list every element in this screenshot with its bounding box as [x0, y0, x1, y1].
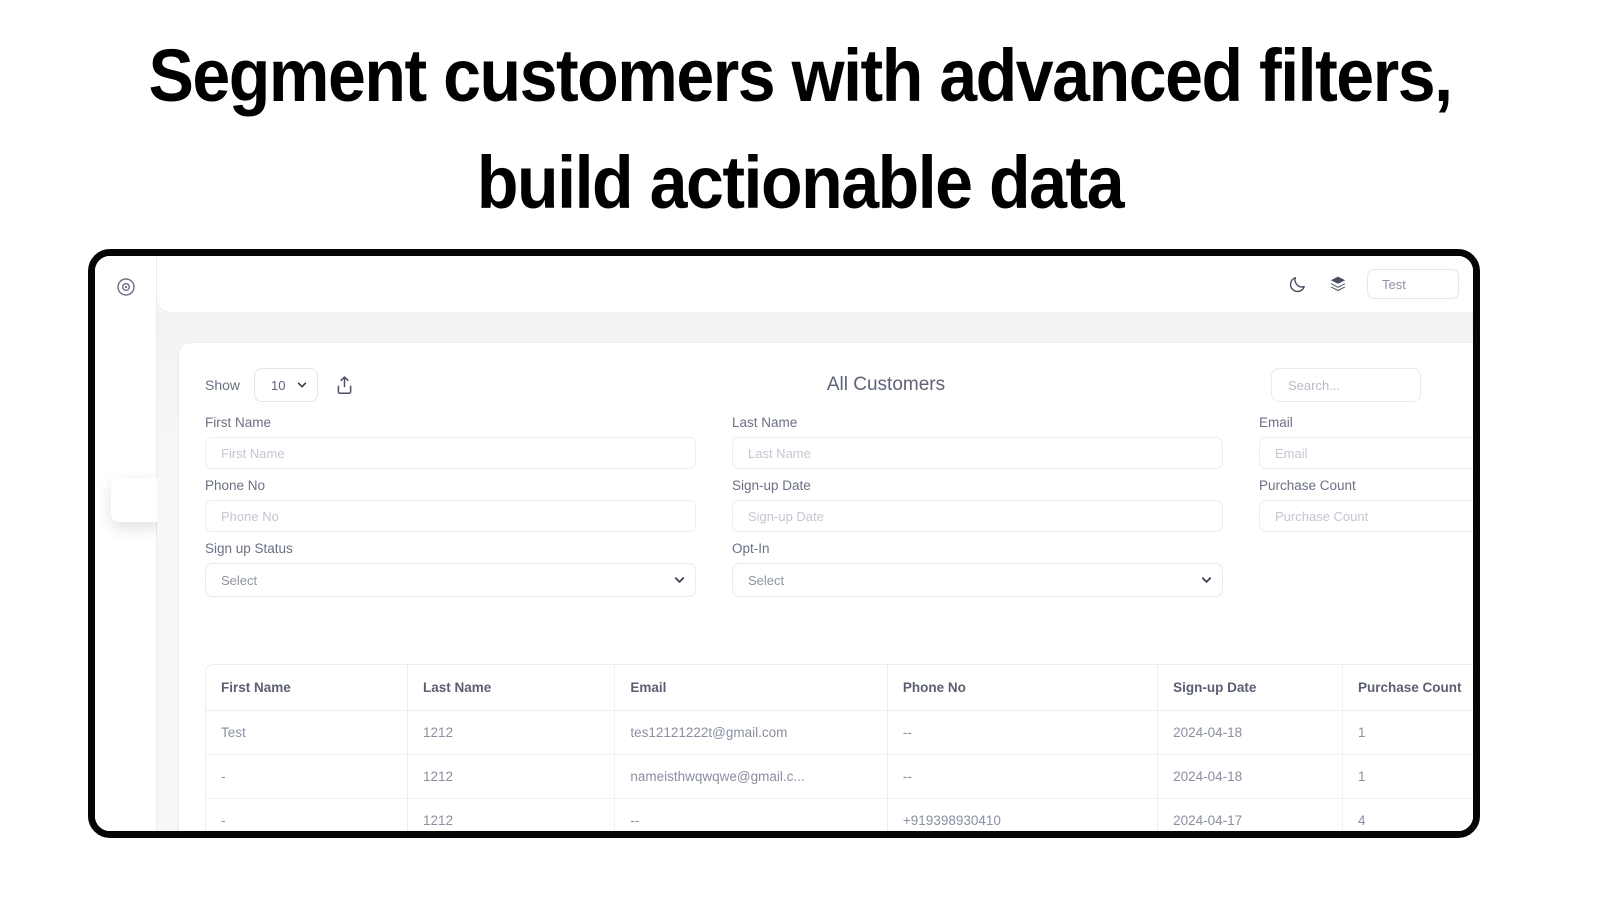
placeholder-text: Purchase Count: [1275, 508, 1369, 524]
cell-last-name: 1212: [407, 710, 616, 755]
show-entries-group: Show 10: [205, 368, 356, 402]
purchase-count-field[interactable]: Purchase Count: [1259, 500, 1473, 532]
cell-purchase-count: 4: [1342, 798, 1473, 831]
cell-signup-date: 2024-04-17: [1157, 798, 1343, 831]
email-field[interactable]: Email: [1259, 437, 1473, 469]
table-header-row: First Name Last Name Email Phone No Sign…: [206, 665, 1473, 711]
filter-opt-in: Opt-In Select: [732, 541, 1223, 597]
placeholder-text: First Name: [221, 445, 285, 461]
cell-first-name: -: [206, 754, 408, 799]
headline-line-1: Segment customers with advanced filters,: [148, 34, 1453, 117]
customers-card: Show 10 All Customers Search... First Na…: [179, 343, 1473, 831]
filter-grid-spacer: [1259, 541, 1473, 597]
table-row[interactable]: - 1212 nameisthwqwqwe@gmail.c... -- 2024…: [206, 754, 1473, 799]
cell-phone-no: --: [887, 754, 1159, 799]
signup-date-field[interactable]: Sign-up Date: [732, 500, 1223, 532]
customers-table-wrapper: First Name Last Name Email Phone No Sign…: [205, 664, 1473, 831]
customers-table: First Name Last Name Email Phone No Sign…: [206, 665, 1473, 831]
clear-filter-row: Clear Filter: [205, 611, 1473, 647]
page-body: Show 10 All Customers Search... First Na…: [157, 312, 1473, 831]
cell-purchase-count: 1: [1342, 710, 1473, 755]
filter-email: Email Email: [1259, 415, 1473, 469]
filter-label: Email: [1259, 415, 1293, 430]
filter-label: Last Name: [732, 415, 798, 430]
chevron-down-icon: [1200, 574, 1213, 587]
show-entries-select[interactable]: 10: [254, 368, 319, 402]
filter-phone-no: Phone No Phone No: [205, 478, 696, 532]
show-entries-value: 10: [271, 377, 286, 393]
column-header-signup-date[interactable]: Sign-up Date: [1157, 665, 1343, 711]
headline-line-2: build actionable data: [476, 141, 1125, 225]
filter-signup-date: Sign-up Date Sign-up Date: [732, 478, 1223, 532]
phone-no-field[interactable]: Phone No: [205, 500, 696, 532]
placeholder-text: Sign-up Date: [748, 508, 824, 524]
first-name-field[interactable]: First Name: [205, 437, 696, 469]
moon-icon[interactable]: [1287, 273, 1309, 295]
select-value: Select: [221, 572, 258, 588]
user-chip[interactable]: Test: [1367, 269, 1459, 299]
filter-purchase-count: Purchase Count Purchase Count: [1259, 478, 1473, 532]
page-headline: Segment customers with advanced filters,…: [64, 0, 1536, 237]
app-window-frame: Test Show 10 All Customers Search... Fir…: [88, 249, 1480, 838]
cell-phone-no: +919398930410: [887, 798, 1159, 831]
column-header-email[interactable]: Email: [614, 665, 888, 711]
card-header-row: Show 10 All Customers Search...: [205, 365, 1473, 405]
cell-first-name: Test: [206, 710, 408, 755]
column-header-first-name[interactable]: First Name: [206, 665, 408, 711]
cell-phone-no: --: [887, 710, 1159, 755]
layers-icon[interactable]: [1327, 273, 1349, 295]
cell-signup-date: 2024-04-18: [1157, 710, 1343, 755]
table-row[interactable]: Test 1212 tes12121222t@gmail.com -- 2024…: [206, 710, 1473, 755]
placeholder-text: Email: [1275, 445, 1308, 461]
cell-first-name: -: [206, 798, 408, 831]
column-header-purchase-count[interactable]: Purchase Count: [1342, 665, 1473, 711]
app-topbar: Test: [157, 256, 1473, 312]
cell-purchase-count: 1: [1342, 754, 1473, 799]
placeholder-text: Phone No: [221, 508, 279, 524]
column-header-last-name[interactable]: Last Name: [407, 665, 616, 711]
chevron-down-icon: [296, 379, 308, 391]
filter-label: Purchase Count: [1259, 478, 1356, 493]
app-window-inner: Test Show 10 All Customers Search... Fir…: [95, 256, 1473, 831]
filter-label: Phone No: [205, 478, 266, 493]
filter-grid: First Name First Name Last Name Last Nam…: [205, 415, 1473, 597]
column-header-phone-no[interactable]: Phone No: [887, 665, 1159, 711]
cell-email: tes12121222t@gmail.com: [614, 710, 888, 755]
filter-label: Sign up Status: [205, 541, 293, 556]
filter-label: Opt-In: [732, 541, 770, 556]
show-label: Show: [205, 377, 241, 393]
filter-first-name: First Name First Name: [205, 415, 696, 469]
signup-status-select[interactable]: Select: [205, 563, 696, 597]
user-chip-label: Test: [1382, 276, 1406, 292]
export-upload-icon[interactable]: [332, 372, 356, 398]
select-value: Select: [748, 572, 785, 588]
filter-signup-status: Sign up Status Select: [205, 541, 696, 597]
chevron-down-icon: [673, 574, 686, 587]
filter-label: First Name: [205, 415, 272, 430]
filter-last-name: Last Name Last Name: [732, 415, 1223, 469]
cell-last-name: 1212: [407, 754, 616, 799]
target-circle-icon[interactable]: [115, 276, 137, 298]
table-row[interactable]: - 1212 -- +919398930410 2024-04-17 4 Com…: [206, 798, 1473, 831]
sidebar-floating-card[interactable]: [111, 478, 163, 522]
cell-email: nameisthwqwqwe@gmail.c...: [614, 754, 888, 799]
sidebar-rail: [95, 256, 163, 831]
opt-in-select[interactable]: Select: [732, 563, 1223, 597]
last-name-field[interactable]: Last Name: [732, 437, 1223, 469]
filter-label: Sign-up Date: [732, 478, 811, 493]
search-placeholder: Search...: [1288, 377, 1341, 393]
cell-email: --: [614, 798, 888, 831]
cell-last-name: 1212: [407, 798, 616, 831]
search-input[interactable]: Search...: [1271, 368, 1421, 402]
placeholder-text: Last Name: [748, 445, 811, 461]
cell-signup-date: 2024-04-18: [1157, 754, 1343, 799]
